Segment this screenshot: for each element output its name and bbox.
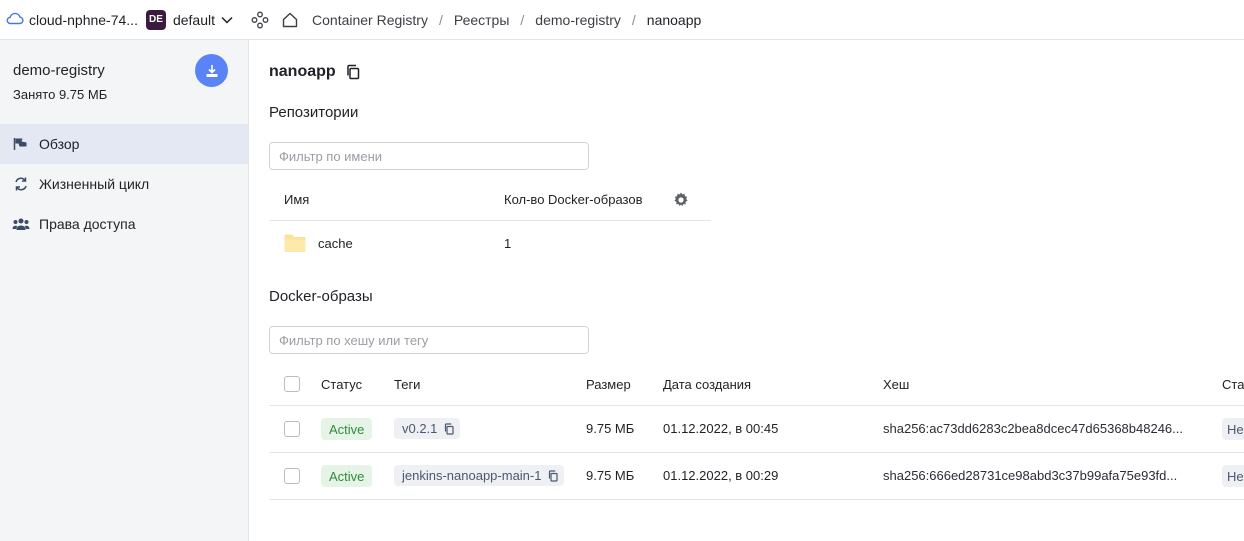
copy-icon[interactable] xyxy=(346,64,360,80)
folder-badge: DE xyxy=(145,9,166,30)
tag-label: v0.2.1 xyxy=(402,421,438,436)
tag-chip[interactable]: v0.2.1 xyxy=(394,418,461,439)
registry-usage: Занято 9.75 МБ xyxy=(13,87,108,102)
folder-selector[interactable]: DE default xyxy=(145,9,233,30)
copy-icon[interactable] xyxy=(444,422,455,435)
services-icon[interactable] xyxy=(247,7,273,33)
sidebar-item-label: Жизненный цикл xyxy=(39,176,150,192)
repositories-heading: Репозитории xyxy=(269,104,359,121)
breadcrumb-separator: / xyxy=(438,11,443,28)
flag-icon xyxy=(12,135,30,153)
table-row[interactable]: cache 1 xyxy=(269,221,711,267)
registry-title: demo-registry xyxy=(13,62,105,79)
repo-name[interactable]: cache xyxy=(318,236,353,251)
page-title: nanoapp xyxy=(269,63,360,81)
breadcrumb: Container Registry / Реестры / demo-regi… xyxy=(309,12,701,28)
column-header-status[interactable]: Статус xyxy=(321,377,362,392)
column-header-count[interactable]: Кол-во Docker-образов xyxy=(504,192,642,207)
docker-images-heading: Docker-образы xyxy=(269,288,373,305)
sidebar-item-overview[interactable]: Обзор xyxy=(0,124,248,164)
sidebar-item-lifecycle[interactable]: Жизненный цикл xyxy=(0,164,248,204)
column-header-hash[interactable]: Хеш xyxy=(883,377,909,392)
cloud-icon xyxy=(6,11,29,28)
home-icon[interactable] xyxy=(277,7,303,33)
table-header: Статус Теги Размер Дата создания Хеш Ста xyxy=(269,365,1244,406)
docker-images-table: Статус Теги Размер Дата создания Хеш Ста… xyxy=(269,365,1244,500)
column-header-truncated[interactable]: Ста xyxy=(1222,377,1244,392)
column-header-tags[interactable]: Теги xyxy=(394,377,420,392)
column-header-size[interactable]: Размер xyxy=(586,377,631,392)
tag-chip[interactable]: jenkins-nanoapp-main-1 xyxy=(394,465,565,486)
image-size: 9.75 МБ xyxy=(586,468,635,483)
column-header-created[interactable]: Дата создания xyxy=(663,377,751,392)
cycle-icon xyxy=(12,175,30,193)
repositories-table: Имя Кол-во Docker-образов cache 1 xyxy=(269,180,711,267)
truncated-chip: Не xyxy=(1222,418,1244,440)
sidebar-item-access[interactable]: Права доступа xyxy=(0,204,248,244)
breadcrumb-separator: / xyxy=(520,11,525,28)
row-checkbox[interactable] xyxy=(284,421,300,437)
column-header-name[interactable]: Имя xyxy=(284,192,309,207)
table-header: Имя Кол-во Docker-образов xyxy=(269,180,711,221)
truncated-chip: Не xyxy=(1222,465,1244,487)
registry-logo-icon xyxy=(195,54,228,87)
status-badge: Active xyxy=(321,465,373,487)
repo-name-filter-input[interactable] xyxy=(269,142,589,170)
cloud-name: cloud-nphne-74... xyxy=(29,11,138,28)
chevron-down-icon xyxy=(221,16,233,24)
sidebar: demo-registry Занято 9.75 МБ Обзор Жизне… xyxy=(0,40,249,541)
row-checkbox[interactable] xyxy=(284,468,300,484)
cloud-selector[interactable]: cloud-nphne-74... xyxy=(6,11,138,28)
folder-name: default xyxy=(172,11,216,28)
gear-icon[interactable] xyxy=(672,191,690,212)
breadcrumb-separator: / xyxy=(631,11,636,28)
repo-image-count: 1 xyxy=(504,236,512,251)
folder-icon xyxy=(284,233,306,256)
image-created: 01.12.2022, в 00:45 xyxy=(663,421,779,436)
image-hash[interactable]: sha256:ac73dd6283c2bea8dcec47d65368b4824… xyxy=(883,421,1183,436)
breadcrumb-container-registry[interactable]: Container Registry xyxy=(312,12,428,28)
image-size: 9.75 МБ xyxy=(586,421,635,436)
select-all-checkbox[interactable] xyxy=(284,376,300,392)
breadcrumb-registries[interactable]: Реестры xyxy=(454,12,510,28)
breadcrumb-demo-registry[interactable]: demo-registry xyxy=(535,12,621,28)
sidebar-item-label: Права доступа xyxy=(39,216,136,232)
image-hash-tag-filter-input[interactable] xyxy=(269,326,589,354)
image-hash[interactable]: sha256:666ed28731ce98abd3c37b99afa75e93f… xyxy=(883,468,1177,483)
copy-icon[interactable] xyxy=(548,469,559,482)
image-created: 01.12.2022, в 00:29 xyxy=(663,468,779,483)
table-row[interactable]: Active jenkins-nanoapp-main-1 9.75 МБ 01… xyxy=(269,453,1244,500)
sidebar-item-label: Обзор xyxy=(39,136,80,152)
top-bar: cloud-nphne-74... DE default Container R… xyxy=(0,0,1244,40)
table-row[interactable]: Active v0.2.1 9.75 МБ 01.12.2022, в 00:4… xyxy=(269,406,1244,453)
page-title-text: nanoapp xyxy=(269,63,336,80)
breadcrumb-current: nanoapp xyxy=(646,11,702,28)
tag-label: jenkins-nanoapp-main-1 xyxy=(402,468,542,483)
users-icon xyxy=(12,215,30,233)
status-badge: Active xyxy=(321,418,373,440)
